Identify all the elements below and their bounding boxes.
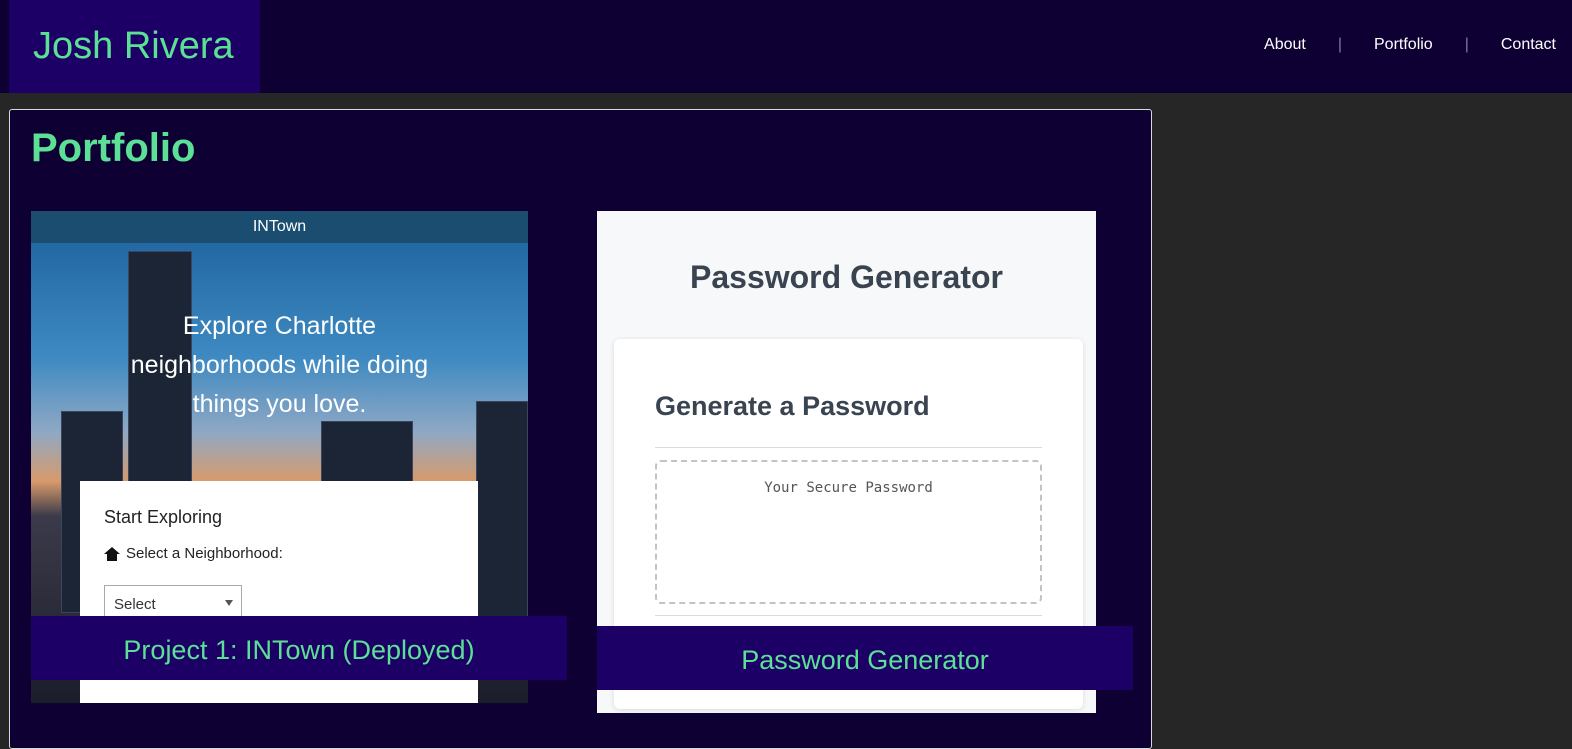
top-navbar: Josh Rivera About | Portfolio | Contact [0, 0, 1572, 93]
pg-title: Password Generator [690, 259, 1003, 295]
chevron-down-icon [225, 600, 233, 606]
project-caption-intown[interactable]: Project 1: INTown (Deployed) [31, 616, 567, 680]
neighborhood-label-text: Select a Neighborhood: [126, 545, 283, 562]
main-nav: About | Portfolio | Contact [1264, 36, 1556, 54]
neighborhood-select: Select [104, 585, 242, 619]
nav-about[interactable]: About [1264, 36, 1306, 54]
pg-card-title: Generate a Password [655, 391, 930, 421]
intown-app-bar: INTown [31, 211, 528, 243]
intown-hero-text: Explore Charlotte neighborhoods while do… [130, 312, 429, 418]
divider [655, 615, 1042, 616]
divider [655, 447, 1042, 448]
explore-title: Start Exploring [104, 507, 223, 527]
nav-contact[interactable]: Contact [1501, 36, 1556, 54]
nav-separator: | [1464, 36, 1469, 53]
home-icon [104, 546, 120, 561]
portfolio-section: Portfolio INTown Explore Charlotte neigh… [9, 109, 1152, 749]
project-caption-password-generator[interactable]: Password Generator [597, 626, 1133, 690]
neighborhood-label: Select a Neighborhood: [104, 545, 283, 562]
pg-password-output: Your Secure Password [655, 460, 1042, 604]
nav-portfolio[interactable]: Portfolio [1374, 36, 1433, 54]
brand-name[interactable]: Josh Rivera [33, 25, 234, 68]
select-value: Select [114, 596, 156, 613]
brand-block[interactable]: Josh Rivera [9, 0, 260, 93]
section-title: Portfolio [31, 126, 196, 170]
nav-separator: | [1337, 36, 1342, 53]
